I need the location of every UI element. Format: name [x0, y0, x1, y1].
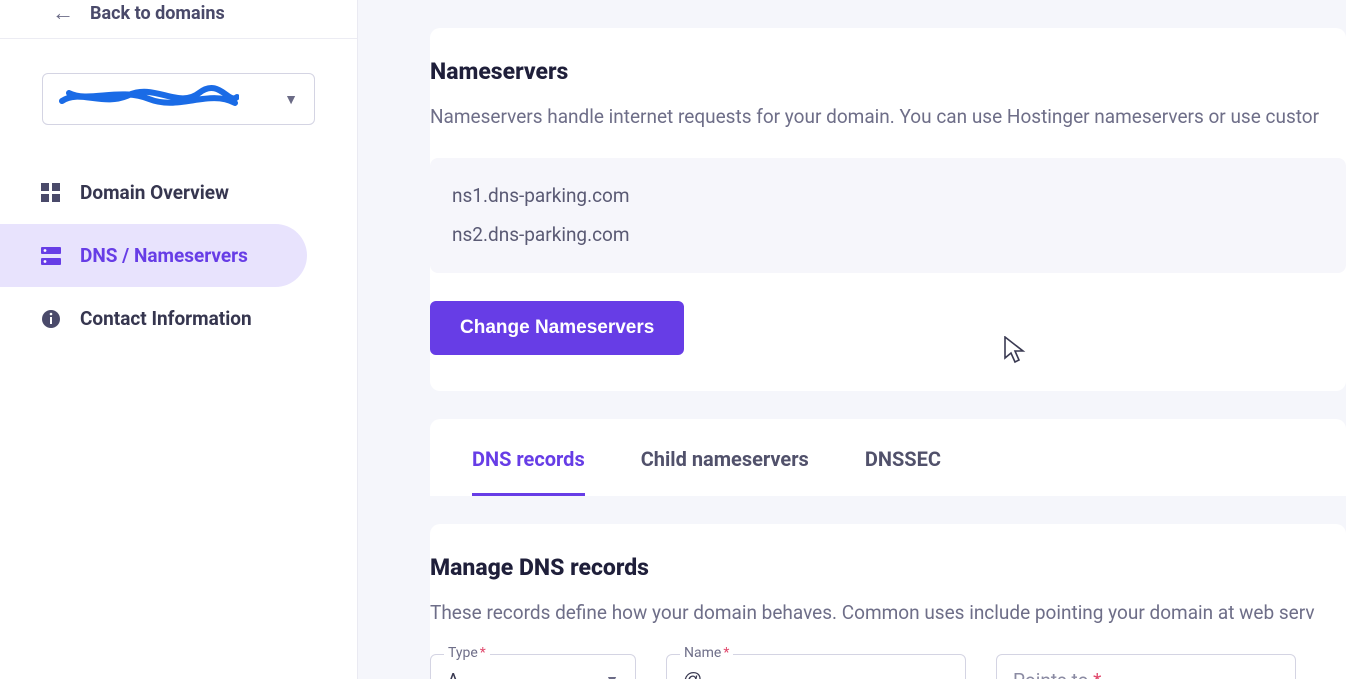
- server-icon: [40, 245, 62, 267]
- tab-dnssec[interactable]: DNSSEC: [865, 447, 941, 496]
- nav-domain-overview[interactable]: Domain Overview: [0, 161, 307, 224]
- manage-dns-card: Manage DNS records These records define …: [430, 524, 1346, 679]
- record-type-value: A: [447, 669, 459, 679]
- nav-label: DNS / Nameservers: [80, 244, 248, 267]
- points-to-placeholder: Points to *: [1013, 669, 1101, 679]
- nav-label: Domain Overview: [80, 181, 229, 204]
- nameserver-entry: ns1.dns-parking.com: [452, 176, 1324, 216]
- sidebar-nav: Domain Overview DNS / Nameservers Contac…: [0, 157, 357, 354]
- nav-contact-information[interactable]: Contact Information: [0, 287, 307, 350]
- record-name-input[interactable]: [683, 670, 949, 679]
- nameservers-card: Nameservers Nameservers handle internet …: [430, 28, 1346, 391]
- info-icon: [40, 308, 62, 330]
- nav-dns-nameservers[interactable]: DNS / Nameservers: [0, 224, 307, 287]
- tab-dns-records[interactable]: DNS records: [472, 447, 585, 496]
- main-content: Nameservers Nameservers handle internet …: [358, 0, 1346, 679]
- redacted-domain-scribble-icon: [59, 83, 239, 111]
- chevron-down-icon: ▼: [284, 91, 298, 108]
- change-nameservers-button[interactable]: Change Nameservers: [430, 301, 684, 355]
- grid-icon: [40, 182, 62, 204]
- nameservers-title: Nameservers: [430, 58, 1346, 85]
- sidebar: ← Back to domains ▼ Domain Overview: [0, 0, 358, 679]
- chevron-down-icon: ▼: [605, 672, 619, 679]
- dns-tabs: DNS records Child nameservers DNSSEC: [430, 419, 1346, 496]
- domain-selector-value: [59, 83, 239, 115]
- record-points-to-input-wrap: Points to *: [996, 654, 1296, 679]
- manage-dns-description: These records define how your domain beh…: [430, 599, 1346, 628]
- dns-record-form: Type* A ▼ Name* Points to *: [430, 654, 1346, 679]
- nav-label: Contact Information: [80, 307, 252, 330]
- back-to-domains-link[interactable]: ← Back to domains: [0, 0, 357, 39]
- type-field-wrap: Type* A ▼: [430, 654, 636, 679]
- nameserver-entry: ns2.dns-parking.com: [452, 215, 1324, 255]
- arrow-left-icon: ←: [52, 0, 74, 26]
- nameserver-list: ns1.dns-parking.com ns2.dns-parking.com: [430, 158, 1346, 274]
- name-label: Name*: [680, 645, 733, 661]
- nameservers-description: Nameservers handle internet requests for…: [430, 103, 1346, 132]
- type-label: Type*: [444, 645, 490, 661]
- tab-child-nameservers[interactable]: Child nameservers: [641, 447, 809, 496]
- points-to-field-wrap: Points to *: [996, 654, 1296, 679]
- back-label: Back to domains: [90, 3, 225, 24]
- domain-selector-dropdown[interactable]: ▼: [42, 73, 315, 125]
- manage-dns-title: Manage DNS records: [430, 554, 1346, 581]
- name-field-wrap: Name*: [666, 654, 966, 679]
